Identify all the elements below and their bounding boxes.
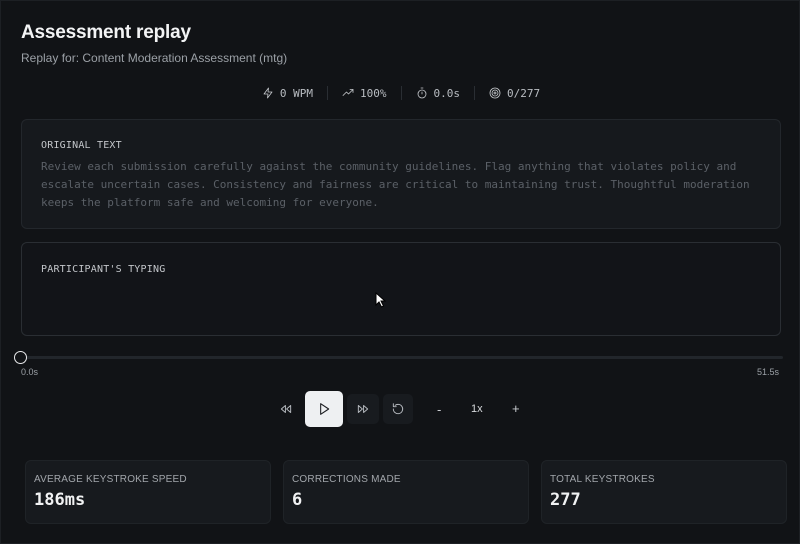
assessment-replay-window: Assessment replay Replay for: Content Mo… [0, 0, 800, 544]
fast-forward-icon [357, 405, 369, 413]
timeline-end-time: 51.5s [756, 367, 779, 377]
metric-value: 277 [550, 490, 581, 510]
play-button[interactable] [305, 391, 343, 427]
stats-bar: 0 WPM 100% 0.0s 0/277 [1, 85, 800, 101]
stopwatch-icon [417, 87, 426, 99]
stat-time-value: 0.0s [433, 86, 461, 100]
timeline-track[interactable] [21, 356, 783, 359]
original-text-content: Review each submission carefully against… [41, 160, 750, 209]
original-text-panel: ORIGINAL TEXT Review each submission car… [21, 119, 781, 229]
restart-icon [392, 403, 404, 415]
trend-up-icon [342, 89, 354, 96]
stat-accuracy: 100% [328, 87, 401, 100]
metric-label: TOTAL KEYSTROKES [550, 474, 655, 485]
target-icon [489, 87, 501, 99]
original-text-label: ORIGINAL TEXT [41, 140, 122, 151]
play-icon [320, 403, 330, 415]
metric-value: 6 [292, 490, 303, 510]
timeline-scrubber-handle[interactable] [14, 351, 27, 364]
fast-forward-button[interactable] [347, 394, 379, 424]
metric-label: CORRECTIONS MADE [292, 474, 401, 485]
lightning-icon [263, 87, 273, 99]
stat-time: 0.0s [402, 87, 475, 100]
participant-typing-label: PARTICIPANT'S TYPING [41, 264, 166, 275]
stat-wpm: 0 WPM [248, 87, 327, 100]
stat-accuracy-value: 100% [360, 86, 387, 100]
stat-wpm-value: 0 WPM [279, 86, 313, 100]
playback-speed-value: 1x [471, 403, 483, 415]
speed-decrease-button[interactable]: - [437, 402, 441, 417]
metric-card-corrections: CORRECTIONS MADE 6 [283, 460, 529, 524]
speed-increase-button[interactable]: + [512, 401, 520, 416]
restart-button[interactable] [383, 394, 413, 424]
stat-progress-value: 0/277 [507, 86, 541, 100]
metric-card-keystroke-speed: AVERAGE KEYSTROKE SPEED 186ms [25, 460, 271, 524]
metric-value: 186ms [34, 490, 86, 510]
stat-progress: 0/277 [475, 87, 554, 100]
metric-card-total-keystrokes: TOTAL KEYSTROKES 277 [541, 460, 787, 524]
mouse-cursor-icon [375, 292, 387, 308]
page-subtitle: Replay for: Content Moderation Assessmen… [21, 51, 288, 65]
page-title: Assessment replay [21, 22, 191, 43]
rewind-button[interactable] [269, 391, 303, 427]
participant-typing-panel: PARTICIPANT'S TYPING [21, 242, 781, 336]
timeline-start-time: 0.0s [21, 367, 39, 377]
rewind-icon [280, 405, 292, 413]
metric-label: AVERAGE KEYSTROKE SPEED [34, 474, 187, 485]
